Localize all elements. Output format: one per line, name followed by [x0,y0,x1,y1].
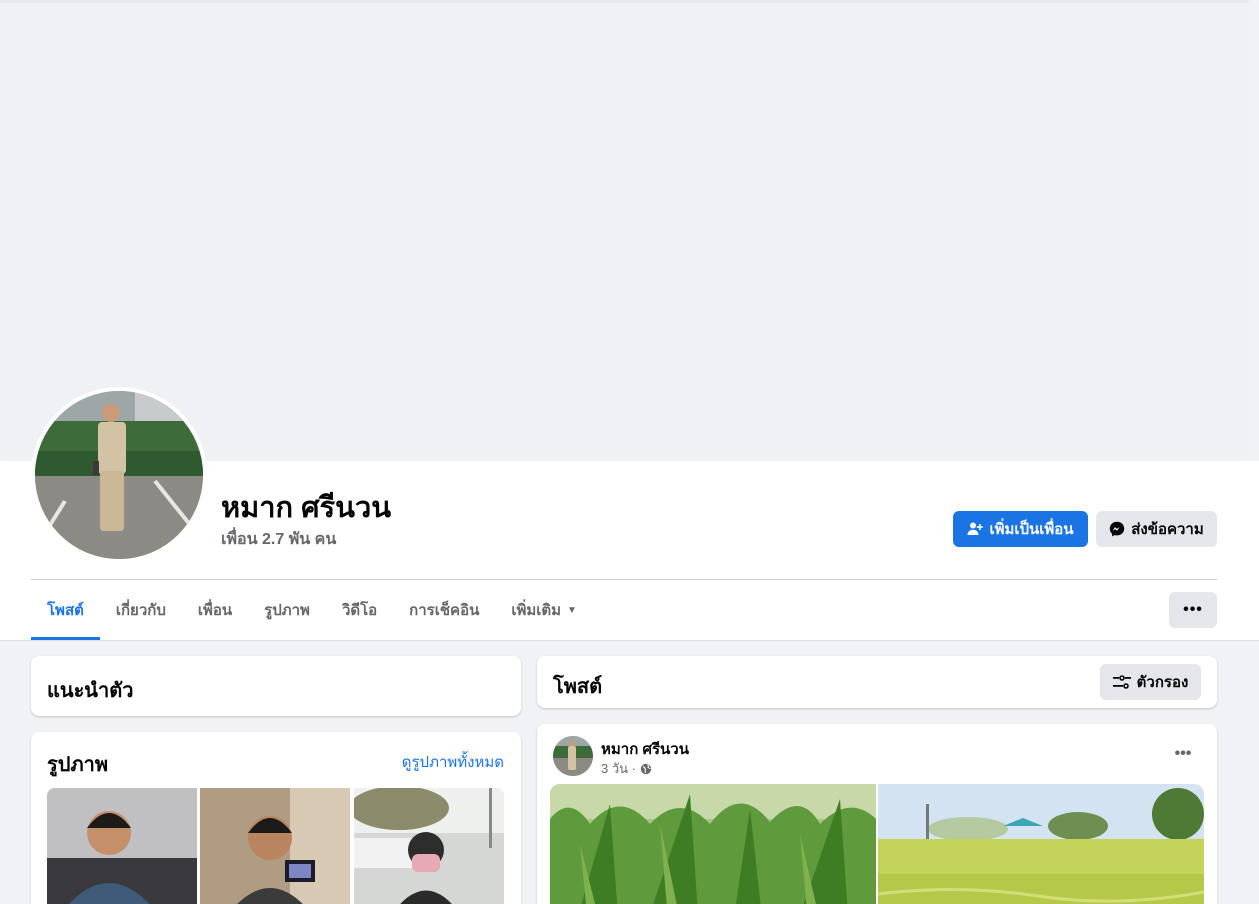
friends-count[interactable]: เพื่อน 2.7 พัน คน [221,527,336,552]
photo-thumbnail[interactable] [200,788,350,904]
posts-title: โพสต์ [553,676,603,698]
post-meta: 3 วัน · [601,758,652,779]
messenger-icon [1110,521,1125,537]
add-friend-button[interactable]: เพิ่มเป็นเพื่อน [953,511,1088,547]
profile-name: หมาก ศรีนวน [221,492,392,524]
post-more-button[interactable]: ••• [1165,740,1201,768]
photos-card: รูปภาพ ดูรูปภาพทั้งหมด [31,732,521,904]
tab-photos[interactable]: รูปภาพ [248,580,326,640]
tab-label: โพสต์ [47,602,84,619]
tab-label: เพื่อน [197,602,233,619]
tab-about[interactable]: เกี่ยวกับ [100,580,182,640]
post-card: หมาก ศรีนวน 3 วัน · ••• [537,724,1217,904]
cover-photo-area [0,0,1249,461]
add-friend-icon [967,522,984,535]
tab-videos[interactable]: วิดีโอ [326,580,393,640]
filter-icon [1112,675,1131,689]
intro-title: แนะนำตัว [47,680,134,702]
caret-down-icon: ▼ [567,604,577,616]
post-author-avatar[interactable] [553,736,593,776]
filter-label: ตัวกรอง [1136,674,1189,691]
tab-posts[interactable]: โพสต์ [31,580,100,640]
profile-tabs: โพสต์ เกี่ยวกับ เพื่อน รูปภาพ วิดีโอ การ… [31,580,593,640]
globe-icon [640,763,652,774]
posts-header-card: โพสต์ ตัวกรอง [537,656,1217,708]
filter-button[interactable]: ตัวกรอง [1100,664,1201,700]
tab-label: เพิ่มเติม [511,602,562,619]
tab-label: เกี่ยวกับ [115,602,166,619]
tab-friends[interactable]: เพื่อน [182,580,248,640]
post-image[interactable] [878,784,1204,904]
tab-more[interactable]: เพิ่มเติม ▼ [495,580,593,640]
tab-label: วิดีโอ [341,602,378,619]
message-label: ส่งข้อความ [1131,521,1204,538]
tab-label: การเช็คอิน [409,602,480,619]
intro-card: แนะนำตัว [31,656,521,716]
post-timestamp[interactable]: 3 วัน · [601,758,636,779]
tab-label: รูปภาพ [264,602,310,619]
profile-picture[interactable] [31,387,207,563]
photo-thumbnail[interactable] [47,788,197,904]
profile-picture-image [35,391,203,559]
add-friend-label: เพิ่มเป็นเพื่อน [989,521,1074,538]
top-bar-edge [0,0,1249,3]
see-all-photos-link[interactable]: ดูรูปภาพทั้งหมด [402,750,504,774]
post-image[interactable] [550,784,876,904]
photo-thumbnail[interactable] [354,788,504,904]
message-button[interactable]: ส่งข้อความ [1096,511,1217,547]
photos-title: รูปภาพ [47,754,109,776]
tab-checkins[interactable]: การเช็คอิน [393,580,495,640]
more-options-button[interactable]: ••• [1169,592,1217,628]
